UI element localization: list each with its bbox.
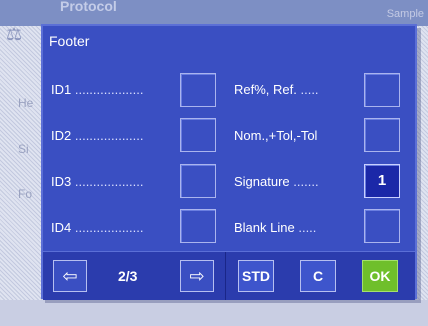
signature-toggle[interactable]: 1 bbox=[364, 164, 400, 198]
option-label: ID3 ................... bbox=[51, 174, 144, 189]
divider bbox=[225, 252, 226, 300]
background-label: Sample bbox=[386, 8, 424, 20]
option-label: ID2 ................... bbox=[51, 128, 144, 143]
option-label: ID4 ................... bbox=[51, 220, 144, 235]
id2-toggle[interactable] bbox=[180, 118, 216, 152]
option-label: Nom.,+Tol,-Tol bbox=[234, 128, 318, 143]
option-label: ID1 ................... bbox=[51, 82, 144, 97]
balance-icon: ⚖ bbox=[6, 24, 23, 44]
id1-toggle[interactable] bbox=[180, 73, 216, 107]
option-label: Signature ....... bbox=[234, 174, 319, 189]
background-title: Protocol bbox=[60, 0, 117, 14]
dialog-title: Footer bbox=[49, 33, 90, 49]
blank-line-toggle[interactable] bbox=[364, 209, 400, 243]
previous-page-button[interactable]: ⇦ bbox=[53, 260, 87, 292]
background-header: Protocol bbox=[0, 0, 428, 26]
background-row: He bbox=[18, 96, 34, 110]
id4-toggle[interactable] bbox=[180, 209, 216, 243]
std-button[interactable]: STD bbox=[238, 260, 274, 292]
page-indicator: 2/3 bbox=[118, 268, 138, 284]
next-page-button[interactable]: ⇨ bbox=[180, 260, 214, 292]
clear-button[interactable]: C bbox=[300, 260, 336, 292]
ok-button[interactable]: OK bbox=[362, 260, 398, 292]
option-label: Blank Line ..... bbox=[234, 220, 317, 235]
arrow-left-icon: ⇦ bbox=[62, 266, 78, 286]
dialog-footer: ⇦ 2/3 ⇨ STD C OK bbox=[43, 251, 415, 300]
tolerance-toggle[interactable] bbox=[364, 118, 400, 152]
id3-toggle[interactable] bbox=[180, 164, 216, 198]
arrow-right-icon: ⇨ bbox=[189, 266, 205, 286]
background-row: Si bbox=[18, 142, 29, 156]
ref-toggle[interactable] bbox=[364, 73, 400, 107]
background-footer bbox=[0, 300, 428, 326]
background-row: Fo bbox=[18, 187, 33, 201]
footer-dialog: Footer ID1 ................... ID2 .....… bbox=[41, 24, 417, 300]
option-label: Ref%, Ref. ..... bbox=[234, 82, 319, 97]
